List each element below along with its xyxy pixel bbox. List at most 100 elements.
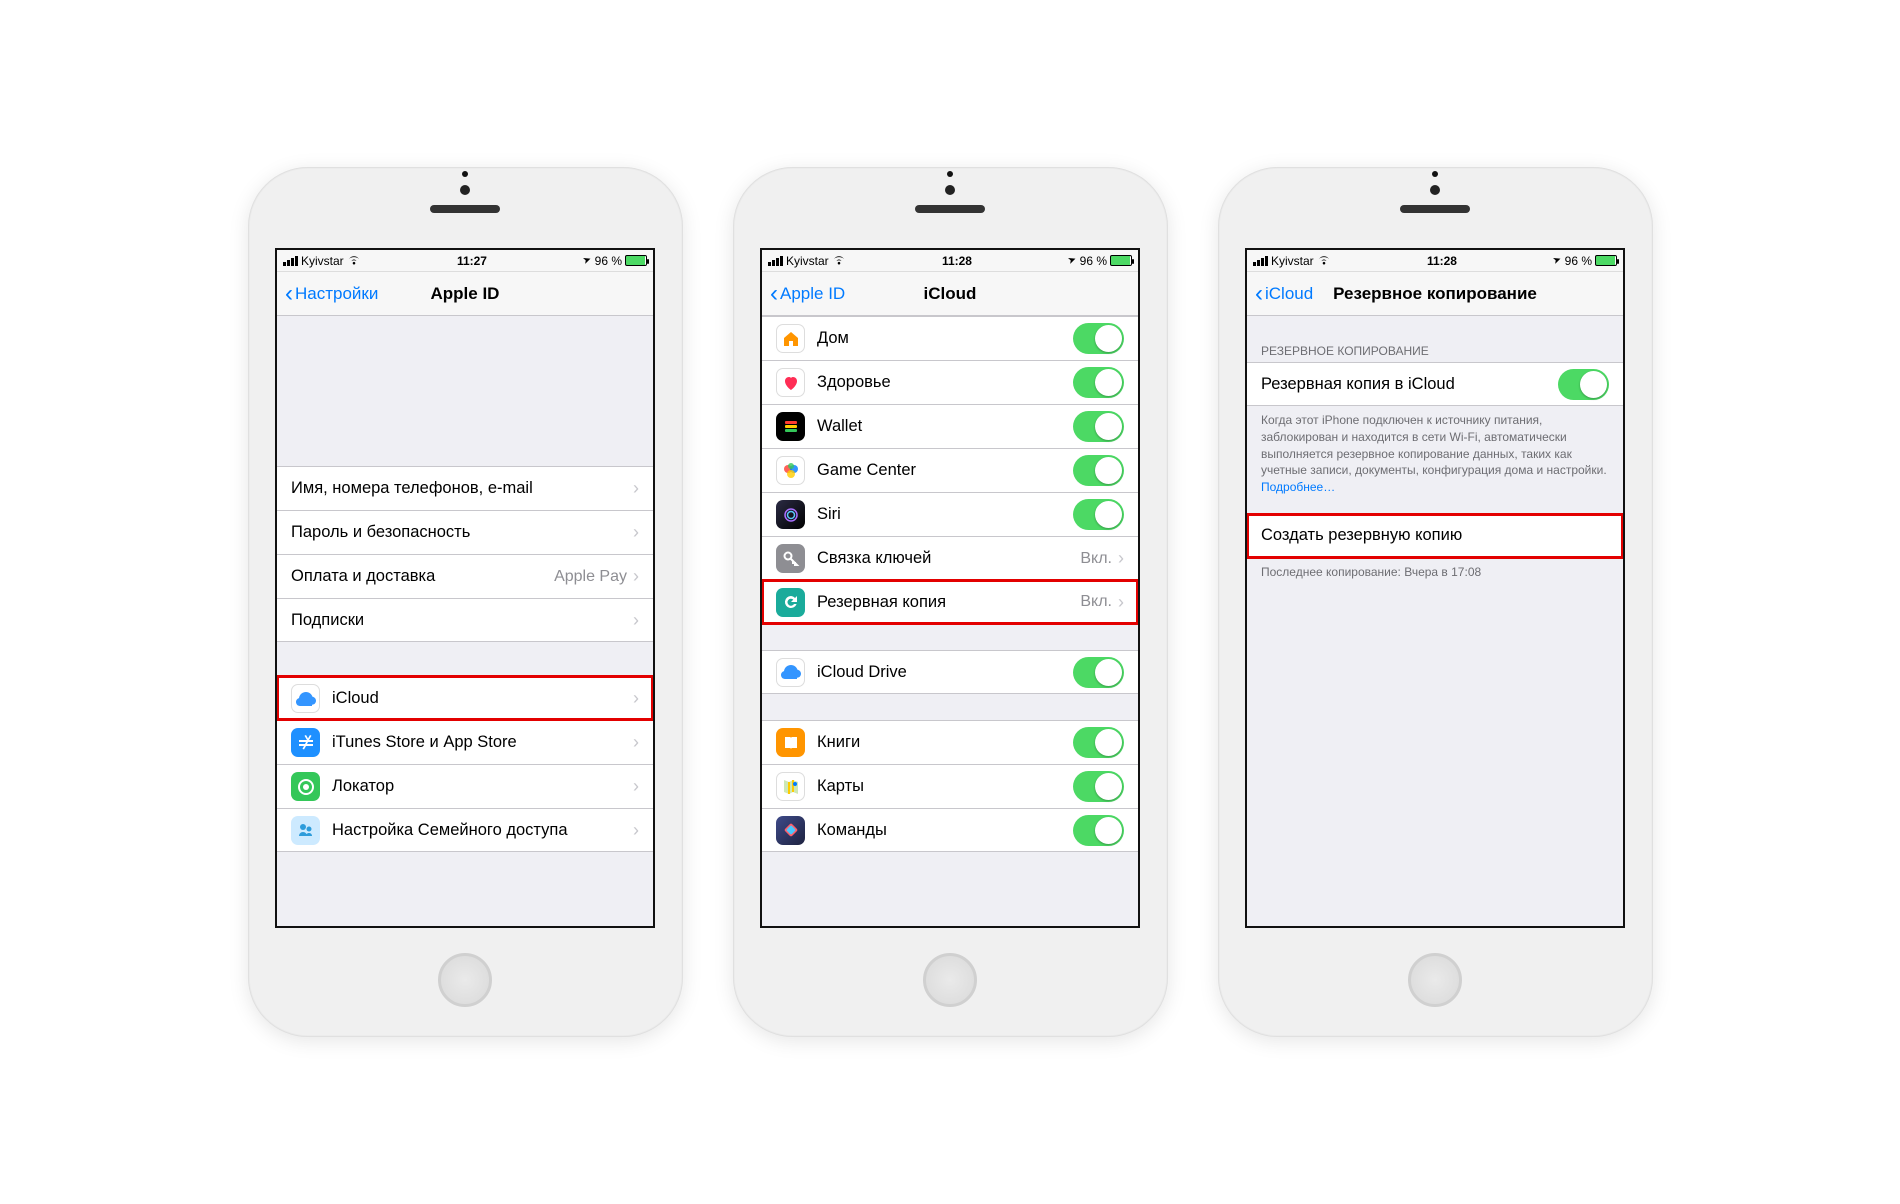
camera-dot	[945, 185, 955, 195]
screen-3: Kyivstar 11:28 ➤ 96 % ‹ iCloud Резервное…	[1245, 248, 1625, 928]
battery-percent: 96 %	[1080, 254, 1107, 268]
row-keychain[interactable]: Связка ключей Вкл. ›	[762, 536, 1138, 580]
status-bar: Kyivstar 11:28 ➤ 96 %	[1247, 250, 1623, 272]
phone-frame-3: Kyivstar 11:28 ➤ 96 % ‹ iCloud Резервное…	[1218, 167, 1653, 1037]
content-area: Дом Здоровье Wallet	[762, 316, 1138, 926]
status-bar: Kyivstar 11:27 ➤ 96 %	[277, 250, 653, 272]
back-label: iCloud	[1265, 284, 1313, 304]
toggle-switch[interactable]	[1073, 657, 1124, 688]
toggle-switch[interactable]	[1073, 411, 1124, 442]
row-family-sharing[interactable]: Настройка Семейного доступа ›	[277, 808, 653, 852]
row-icloud-drive[interactable]: iCloud Drive	[762, 650, 1138, 694]
signal-icon	[283, 256, 298, 266]
wifi-icon	[347, 254, 361, 268]
backup-footer-text: Когда этот iPhone подключен к источнику …	[1247, 406, 1623, 500]
phone-frame-1: Kyivstar 11:27 ➤ 96 % ‹ Настройки Apple …	[248, 167, 683, 1037]
status-time: 11:28	[846, 254, 1069, 268]
backup-now-group: Создать резервную копию	[1247, 514, 1623, 558]
row-wallet[interactable]: Wallet	[762, 404, 1138, 448]
row-books[interactable]: Книги	[762, 720, 1138, 764]
carrier-label: Kyivstar	[1271, 254, 1314, 268]
back-button[interactable]: ‹ Apple ID	[770, 282, 845, 306]
back-button[interactable]: ‹ Настройки	[285, 282, 378, 306]
row-maps[interactable]: Карты	[762, 764, 1138, 808]
icloud-apps-group-2: Книги Карты Команды	[762, 720, 1138, 852]
toggle-switch[interactable]	[1073, 323, 1124, 354]
siri-icon	[776, 500, 805, 529]
back-label: Apple ID	[780, 284, 845, 304]
gamecenter-icon	[776, 456, 805, 485]
shortcuts-icon	[776, 816, 805, 845]
row-password-security[interactable]: Пароль и безопасность ›	[277, 510, 653, 554]
toggle-switch[interactable]	[1558, 369, 1609, 400]
nav-bar: ‹ Настройки Apple ID	[277, 272, 653, 316]
carrier-label: Kyivstar	[786, 254, 829, 268]
settings-group-a: Имя, номера телефонов, e-mail › Пароль и…	[277, 466, 653, 642]
cloud-icon	[291, 684, 320, 713]
status-bar: Kyivstar 11:28 ➤ 96 %	[762, 250, 1138, 272]
chevron-left-icon: ‹	[1255, 282, 1263, 306]
row-payment-shipping[interactable]: Оплата и доставка Apple Pay ›	[277, 554, 653, 598]
home-button[interactable]	[438, 953, 492, 1007]
battery-icon	[1595, 255, 1617, 266]
row-itunes-appstore[interactable]: iTunes Store и App Store ›	[277, 720, 653, 764]
backup-icon	[776, 588, 805, 617]
screen-1: Kyivstar 11:27 ➤ 96 % ‹ Настройки Apple …	[275, 248, 655, 928]
signal-icon	[768, 256, 783, 266]
nav-bar: ‹ iCloud Резервное копирование	[1247, 272, 1623, 316]
speaker-slot	[915, 205, 985, 213]
phone-frame-2: Kyivstar 11:28 ➤ 96 % ‹ Apple ID iCloud	[733, 167, 1168, 1037]
chevron-right-icon: ›	[633, 688, 639, 709]
toggle-switch[interactable]	[1073, 499, 1124, 530]
row-subscriptions[interactable]: Подписки ›	[277, 598, 653, 642]
row-icloud[interactable]: iCloud ›	[277, 676, 653, 720]
row-icloud-backup-toggle[interactable]: Резервная копия в iCloud	[1247, 362, 1623, 406]
speaker-slot	[1400, 205, 1470, 213]
row-home[interactable]: Дом	[762, 316, 1138, 360]
back-button[interactable]: ‹ iCloud	[1255, 282, 1313, 306]
row-icloud-backup[interactable]: Резервная копия Вкл. ›	[762, 580, 1138, 624]
status-time: 11:28	[1331, 254, 1554, 268]
toggle-switch[interactable]	[1073, 771, 1124, 802]
key-icon	[776, 544, 805, 573]
row-gamecenter[interactable]: Game Center	[762, 448, 1138, 492]
home-button[interactable]	[923, 953, 977, 1007]
cloud-icon	[776, 658, 805, 687]
back-label: Настройки	[295, 284, 378, 304]
toggle-switch[interactable]	[1073, 455, 1124, 486]
battery-percent: 96 %	[595, 254, 622, 268]
toggle-switch[interactable]	[1073, 367, 1124, 398]
toggle-switch[interactable]	[1073, 815, 1124, 846]
chevron-right-icon: ›	[633, 478, 639, 499]
chevron-right-icon: ›	[633, 610, 639, 631]
chevron-right-icon: ›	[633, 776, 639, 797]
chevron-left-icon: ‹	[285, 282, 293, 306]
section-header: РЕЗЕРВНОЕ КОПИРОВАНИЕ	[1247, 338, 1623, 362]
settings-group-b: iCloud › iTunes Store и App Store › Лока…	[277, 676, 653, 852]
chevron-right-icon: ›	[633, 820, 639, 841]
row-health[interactable]: Здоровье	[762, 360, 1138, 404]
family-icon	[291, 816, 320, 845]
location-icon: ➤	[1067, 254, 1079, 267]
row-siri[interactable]: Siri	[762, 492, 1138, 536]
signal-icon	[1253, 256, 1268, 266]
battery-icon	[1110, 255, 1132, 266]
toggle-switch[interactable]	[1073, 727, 1124, 758]
backup-toggle-group: Резервная копия в iCloud	[1247, 362, 1623, 406]
row-backup-now[interactable]: Создать резервную копию	[1247, 514, 1623, 558]
row-shortcuts[interactable]: Команды	[762, 808, 1138, 852]
row-find-my[interactable]: Локатор ›	[277, 764, 653, 808]
icloud-apps-group: Дом Здоровье Wallet	[762, 316, 1138, 624]
camera-dot	[460, 185, 470, 195]
row-name-phone-email[interactable]: Имя, номера телефонов, e-mail ›	[277, 466, 653, 510]
home-button[interactable]	[1408, 953, 1462, 1007]
icloud-drive-group: iCloud Drive	[762, 650, 1138, 694]
home-icon	[776, 324, 805, 353]
learn-more-link[interactable]: Подробнее…	[1261, 480, 1335, 494]
screen-2: Kyivstar 11:28 ➤ 96 % ‹ Apple ID iCloud	[760, 248, 1140, 928]
books-icon	[776, 728, 805, 757]
appstore-icon	[291, 728, 320, 757]
chevron-right-icon: ›	[633, 522, 639, 543]
battery-percent: 96 %	[1565, 254, 1592, 268]
nav-bar: ‹ Apple ID iCloud	[762, 272, 1138, 316]
